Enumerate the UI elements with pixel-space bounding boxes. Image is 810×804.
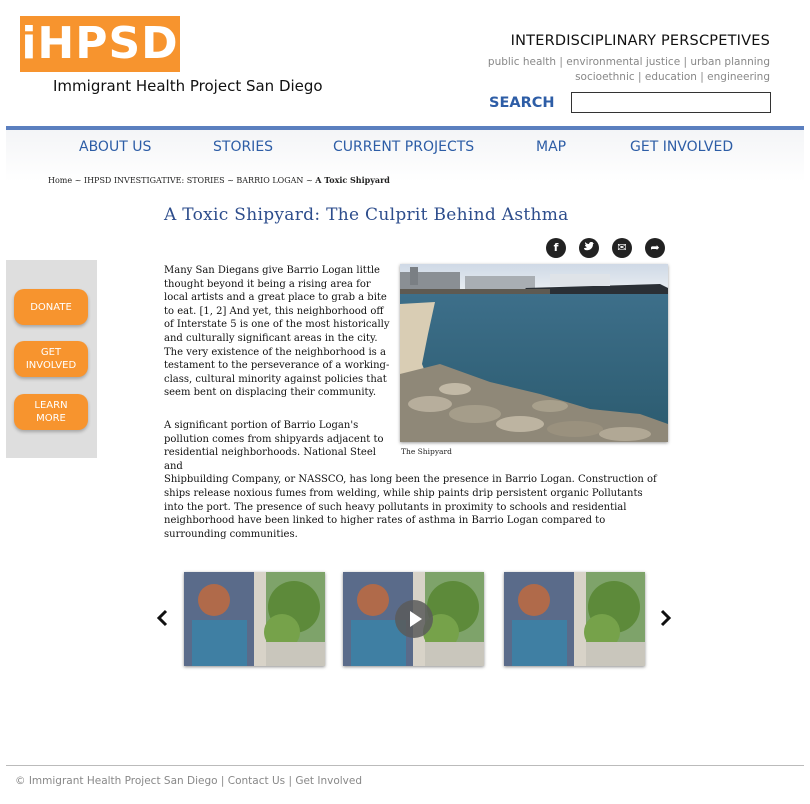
- footer-divider: [6, 765, 804, 766]
- breadcrumb-sep: ~: [74, 176, 82, 185]
- search-label: SEARCH: [489, 95, 555, 111]
- get-involved-button[interactable]: GET INVOLVED: [14, 341, 88, 377]
- photo-caption: The Shipyard: [401, 447, 452, 456]
- donate-button[interactable]: DONATE: [14, 289, 88, 325]
- search-input[interactable]: [571, 92, 771, 113]
- breadcrumb-barrio-logan[interactable]: BARRIO LOGAN: [236, 176, 303, 185]
- twitter-bird-glyph: [584, 242, 594, 251]
- twitter-icon[interactable]: [579, 238, 599, 258]
- learn-more-button[interactable]: LEARN MORE: [14, 394, 88, 430]
- nav-map[interactable]: MAP: [536, 139, 566, 155]
- email-icon[interactable]: ✉: [612, 238, 632, 258]
- share-icon[interactable]: ➦: [645, 238, 665, 258]
- topics-line-2: socioethnic | education | engineering: [575, 71, 770, 83]
- article-paragraph-2-rest: Shipbuilding Company, or NASSCO, has lon…: [164, 474, 657, 540]
- shipyard-photo: [400, 264, 668, 442]
- page-title: A Toxic Shipyard: The Culprit Behind Ast…: [164, 205, 569, 225]
- carousel-thumb-active[interactable]: [343, 572, 484, 666]
- chevron-right-glyph: [660, 609, 672, 627]
- breadcrumb-sep: ~: [227, 176, 234, 185]
- mural-thumbnail: [184, 572, 325, 666]
- nav-current-projects[interactable]: CURRENT PROJECTS: [333, 139, 474, 155]
- header-tagline-block: INTERDISCIPLINARY PERSCPETIVES public he…: [488, 33, 770, 85]
- topics: public health | environmental justice | …: [488, 55, 770, 85]
- learn-more-label: LEARN MORE: [34, 400, 68, 424]
- nav-about-us[interactable]: ABOUT US: [79, 139, 151, 155]
- get-involved-label: GET INVOLVED: [25, 347, 77, 371]
- breadcrumb: Home ~ IHPSD INVESTIGATIVE: STORIES ~ BA…: [48, 175, 390, 185]
- nav-get-involved[interactable]: GET INVOLVED: [630, 139, 733, 155]
- topics-line-1: public health | environmental justice | …: [487, 56, 770, 68]
- tagline: INTERDISCIPLINARY PERSCPETIVES: [510, 33, 770, 49]
- article-paragraph-2-start: A significant portion of Barrio Logan's …: [164, 420, 384, 472]
- carousel-thumb[interactable]: [504, 572, 645, 666]
- breadcrumb-home[interactable]: Home: [48, 176, 72, 185]
- chevron-left-icon[interactable]: [155, 608, 169, 628]
- carousel-thumb[interactable]: [184, 572, 325, 666]
- mural-thumbnail: [504, 572, 645, 666]
- donate-label: DONATE: [30, 301, 72, 313]
- breadcrumb-stories[interactable]: IHPSD INVESTIGATIVE: STORIES: [84, 176, 225, 185]
- shipyard-photo-image: [400, 264, 668, 442]
- footer: © Immigrant Health Project San Diego | C…: [15, 775, 363, 787]
- article-paragraph-1: Many San Diegans give Barrio Logan littl…: [164, 265, 390, 399]
- org-name: Immigrant Health Project San Diego: [53, 77, 323, 95]
- breadcrumb-sep: ~: [305, 176, 313, 185]
- chevron-right-icon[interactable]: [659, 608, 673, 628]
- nav-stories[interactable]: STORIES: [213, 139, 273, 155]
- chevron-left-glyph: [156, 609, 168, 627]
- site-logo[interactable]: iHPSD: [20, 16, 180, 72]
- play-icon[interactable]: [395, 600, 433, 638]
- breadcrumb-current: A Toxic Shipyard: [315, 175, 390, 185]
- facebook-icon[interactable]: f: [546, 238, 566, 258]
